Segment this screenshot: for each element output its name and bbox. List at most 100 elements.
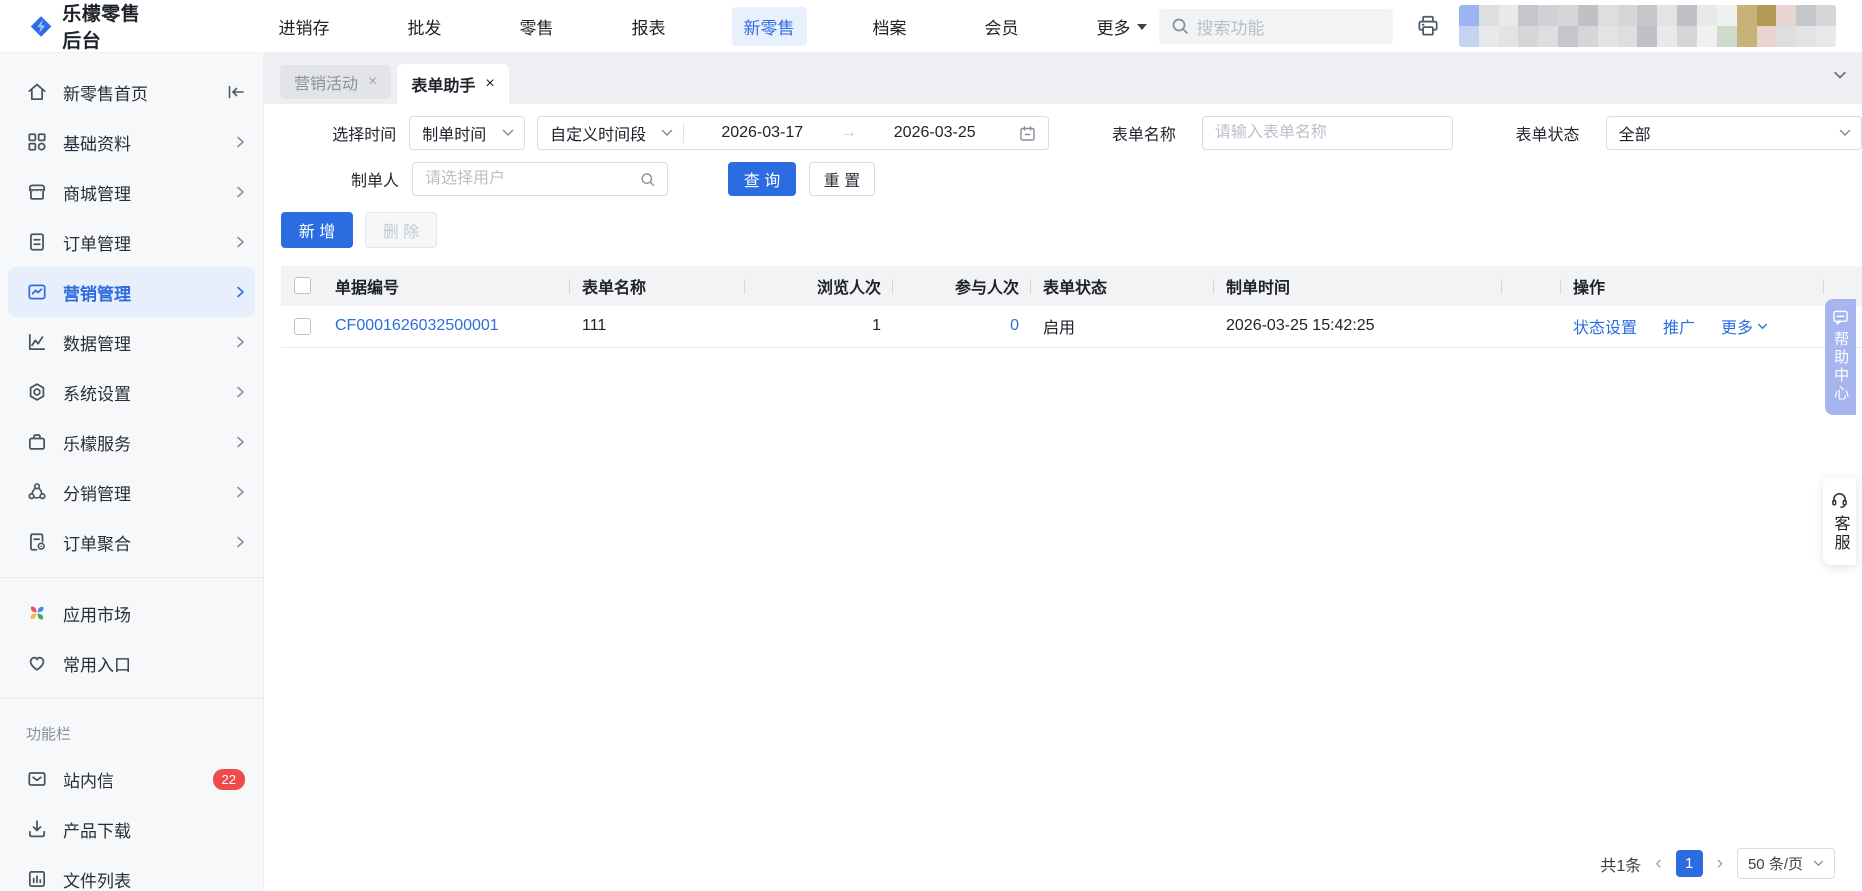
app-title: 乐檬零售后台	[62, 4, 141, 52]
form-name-input-field[interactable]	[1214, 124, 1440, 142]
col-views: 浏览人次	[745, 266, 893, 306]
nav-item-archives[interactable]: 档案	[861, 7, 919, 46]
query-button[interactable]: 查 询	[728, 162, 796, 196]
chevron-down-icon	[1813, 860, 1824, 866]
app-logo[interactable]: 乐檬零售后台	[30, 0, 159, 53]
next-page-icon[interactable]: ›	[1715, 853, 1725, 875]
sidebar-item-order-aggregation[interactable]: 订单聚合	[0, 517, 263, 567]
share-nodes-icon	[28, 483, 46, 500]
sidebar-item-data-management[interactable]: 数据管理	[0, 317, 263, 367]
search-icon[interactable]	[640, 171, 655, 188]
sidebar-item-lemon-services[interactable]: 乐檬服务	[0, 417, 263, 467]
sidebar-item-app-market[interactable]: 应用市场	[0, 588, 263, 638]
headset-icon	[1832, 493, 1847, 508]
redacted-user-info	[1458, 5, 1837, 47]
sidebar-item-basic-data[interactable]: 基础资料	[0, 117, 263, 167]
prev-page-icon[interactable]: ‹	[1653, 853, 1663, 875]
home-icon	[28, 83, 46, 101]
sidebar-item-label: 新零售首页	[63, 84, 148, 104]
sidebar-item-inbox[interactable]: 站内信 22	[0, 754, 263, 804]
chevron-down-icon	[1839, 129, 1851, 136]
chevron-right-icon	[237, 536, 244, 548]
table-row[interactable]: CF0001626032500001 111 1 0 启用 2026-03-25…	[281, 306, 1862, 348]
sidebar: 新零售首页 基础资料 商城管理 订单管理 营销管理 数据管理 系统设置 乐檬服务…	[0, 53, 264, 891]
maker-input-field[interactable]	[425, 170, 632, 188]
sidebar-item-label: 分销管理	[63, 484, 131, 504]
maker-input[interactable]	[412, 162, 668, 196]
calendar-icon[interactable]	[1019, 125, 1036, 142]
form-name-label: 表单名称	[1111, 127, 1176, 144]
sidebar-item-marketing-management[interactable]: 营销管理	[8, 267, 255, 317]
page-size-select[interactable]: 50 条/页	[1736, 848, 1835, 879]
tab-marketing-activity[interactable]: 营销活动 ×	[280, 65, 392, 99]
function-search-input[interactable]: 搜索功能	[1158, 8, 1393, 44]
sidebar-item-label: 常用入口	[63, 655, 131, 675]
customer-service-tab[interactable]: 客服	[1823, 478, 1856, 565]
download-icon	[28, 820, 46, 838]
sidebar-item-order-management[interactable]: 订单管理	[0, 217, 263, 267]
add-button[interactable]: 新 增	[281, 212, 353, 248]
range-type-select[interactable]: 自定义时间段	[538, 121, 683, 145]
date-range-arrow-icon: →	[840, 124, 857, 141]
date-range-control: 自定义时间段 2026-03-17 → 2026-03-25	[537, 116, 1049, 150]
search-icon	[1172, 18, 1188, 34]
current-page-button[interactable]: 1	[1675, 850, 1703, 877]
total-count: 共1条	[1600, 857, 1642, 875]
heart-icon	[29, 656, 45, 671]
col-status: 表单状态	[1031, 266, 1214, 306]
sidebar-item-label: 订单聚合	[63, 534, 131, 554]
sidebar-item-label: 应用市场	[63, 605, 131, 625]
date-end-field[interactable]: 2026-03-25	[856, 124, 1012, 142]
tab-form-assistant[interactable]: 表单助手 ×	[397, 64, 509, 104]
sidebar-item-product-download[interactable]: 产品下载	[0, 804, 263, 854]
nav-item-members[interactable]: 会员	[973, 7, 1031, 46]
sidebar-item-file-list[interactable]: 文件列表	[0, 854, 263, 891]
row-checkbox[interactable]	[293, 317, 311, 335]
tab-list-chevron-down-icon[interactable]	[1832, 67, 1848, 83]
date-start-field[interactable]: 2026-03-17	[684, 124, 840, 142]
nav-item-wholesale[interactable]: 批发	[396, 7, 454, 46]
top-nav: 进销存 批发 零售 报表 新零售 档案 会员 更多	[267, 6, 1159, 46]
help-center-tab[interactable]: 帮助中心	[1825, 299, 1856, 415]
doc-gear-icon	[30, 533, 45, 551]
help-center-label: 帮助中心	[1832, 331, 1850, 403]
pagination: 共1条 ‹ 1 › 50 条/页	[1600, 848, 1835, 879]
promote-action[interactable]: 推广	[1663, 314, 1695, 338]
close-tab-icon[interactable]: ×	[368, 73, 377, 91]
cell-status: 启用	[1031, 306, 1214, 348]
select-all-checkbox[interactable]	[293, 277, 311, 295]
form-status-value: 全部	[1618, 127, 1651, 144]
sidebar-item-system-settings[interactable]: 系统设置	[0, 367, 263, 417]
tab-label: 表单助手	[411, 78, 476, 95]
chevron-down-icon	[661, 129, 673, 136]
doc-no-link[interactable]: CF0001626032500001	[335, 317, 499, 334]
nav-item-reports[interactable]: 报表	[620, 7, 678, 46]
form-status-label: 表单状态	[1515, 127, 1580, 144]
time-type-value: 制单时间	[422, 127, 487, 144]
close-tab-icon[interactable]: ×	[485, 75, 494, 93]
chevron-right-icon	[237, 336, 244, 348]
collapse-sidebar-icon[interactable]	[227, 84, 245, 100]
sidebar-item-label: 系统设置	[63, 384, 131, 404]
sidebar-item-common-entries[interactable]: 常用入口	[0, 638, 263, 688]
status-setting-action[interactable]: 状态设置	[1573, 314, 1637, 338]
sidebar-item-mall-management[interactable]: 商城管理	[0, 167, 263, 217]
time-type-select[interactable]: 制单时间	[409, 116, 526, 150]
nav-item-new-retail[interactable]: 新零售	[731, 6, 807, 46]
nav-item-invoicing[interactable]: 进销存	[267, 7, 342, 46]
nav-item-more[interactable]: 更多	[1085, 7, 1159, 46]
printer-button[interactable]	[1415, 13, 1441, 39]
gear-icon	[29, 383, 45, 401]
form-table: 单据编号 表单名称 浏览人次 参与人次 表单状态 制单时间 操作 CF00016…	[281, 266, 1862, 348]
participants-link[interactable]: 0	[1010, 317, 1019, 334]
form-name-input[interactable]	[1201, 116, 1453, 150]
form-status-select[interactable]: 全部	[1605, 116, 1862, 150]
sidebar-item-home[interactable]: 新零售首页	[0, 67, 263, 117]
sidebar-item-label: 乐檬服务	[63, 434, 131, 454]
nav-item-retail[interactable]: 零售	[508, 7, 566, 46]
reset-button[interactable]: 重 置	[809, 162, 875, 196]
more-action[interactable]: 更多	[1721, 314, 1768, 338]
maker-label: 制单人	[350, 173, 399, 190]
delete-button[interactable]: 删 除	[365, 212, 437, 248]
sidebar-item-distribution-management[interactable]: 分销管理	[0, 467, 263, 517]
